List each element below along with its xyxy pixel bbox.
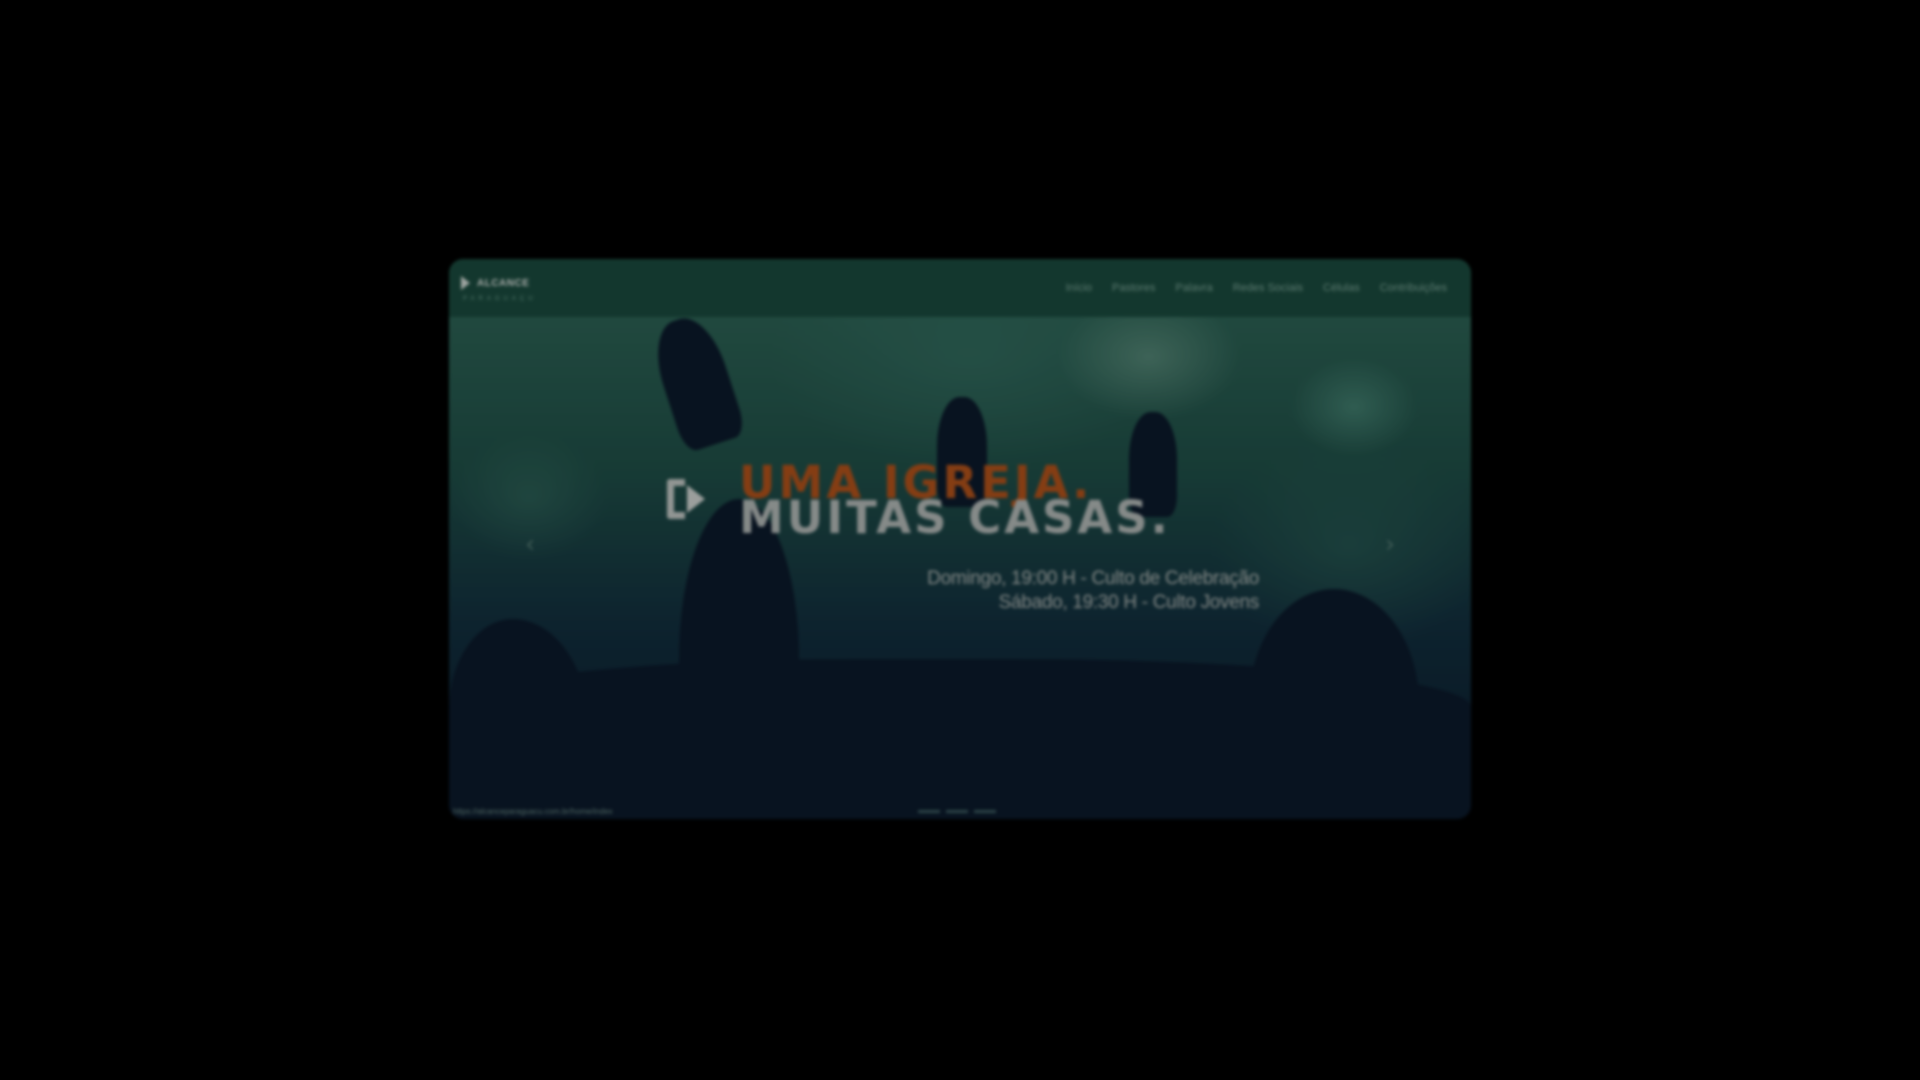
crowd-silhouette — [1249, 589, 1419, 819]
schedule-sunday: Domingo, 19:00 H - Culto de Celebração — [927, 568, 1259, 589]
brand-row: ALCANCE — [461, 274, 537, 292]
browser-viewport: ALCANCE PARAGUAÇU Início Pastores Palavr… — [449, 259, 1471, 819]
slide-indicator-3[interactable] — [974, 810, 996, 813]
alcance-play-mark-icon — [667, 475, 713, 523]
chevron-left-icon[interactable]: ‹ — [519, 532, 541, 556]
headline-line-2: MUITAS CASAS. — [739, 491, 1171, 544]
crowd-silhouette — [449, 619, 589, 819]
brand-tagline: PARAGUAÇU — [463, 296, 537, 302]
logo-triangle-shape — [687, 485, 705, 513]
schedule-saturday: Sábado, 19:30 H - Culto Jovens — [998, 592, 1260, 613]
status-bar-url: https://alcanceparaguacu.com.br/home/ind… — [453, 807, 613, 816]
chevron-right-icon[interactable]: › — [1379, 532, 1401, 556]
top-navbar: ALCANCE PARAGUAÇU Início Pastores Palavr… — [449, 259, 1471, 317]
hero-headline: UMA IGREJA. MUITAS CASAS. — [739, 460, 1171, 544]
hero-slider: UMA IGREJA. MUITAS CASAS. Domingo, 19:00… — [449, 310, 1471, 819]
service-schedule: Domingo, 19:00 H - Culto de Celebração S… — [927, 567, 1259, 615]
slide-indicator-1[interactable] — [918, 810, 940, 813]
main-menu: Início Pastores Palavra Redes Sociais Cé… — [1066, 282, 1447, 294]
nav-link-contribuicoes[interactable]: Contribuições — [1380, 282, 1447, 294]
nav-link-celulas[interactable]: Células — [1323, 282, 1360, 294]
alcance-logo-icon — [461, 274, 474, 292]
crowd-silhouette — [679, 499, 799, 819]
nav-link-palavra[interactable]: Palavra — [1175, 282, 1212, 294]
brand-name: ALCANCE — [477, 277, 530, 289]
nav-link-inicio[interactable]: Início — [1066, 282, 1092, 294]
raised-hand-silhouette — [645, 310, 748, 454]
logo-bracket-shape — [667, 479, 685, 519]
slider-indicators — [918, 810, 996, 813]
nav-link-redes-sociais[interactable]: Redes Sociais — [1233, 282, 1303, 294]
nav-link-pastores[interactable]: Pastores — [1112, 282, 1155, 294]
brand-logo[interactable]: ALCANCE PARAGUAÇU — [461, 259, 537, 317]
slide-indicator-2[interactable] — [946, 810, 968, 813]
